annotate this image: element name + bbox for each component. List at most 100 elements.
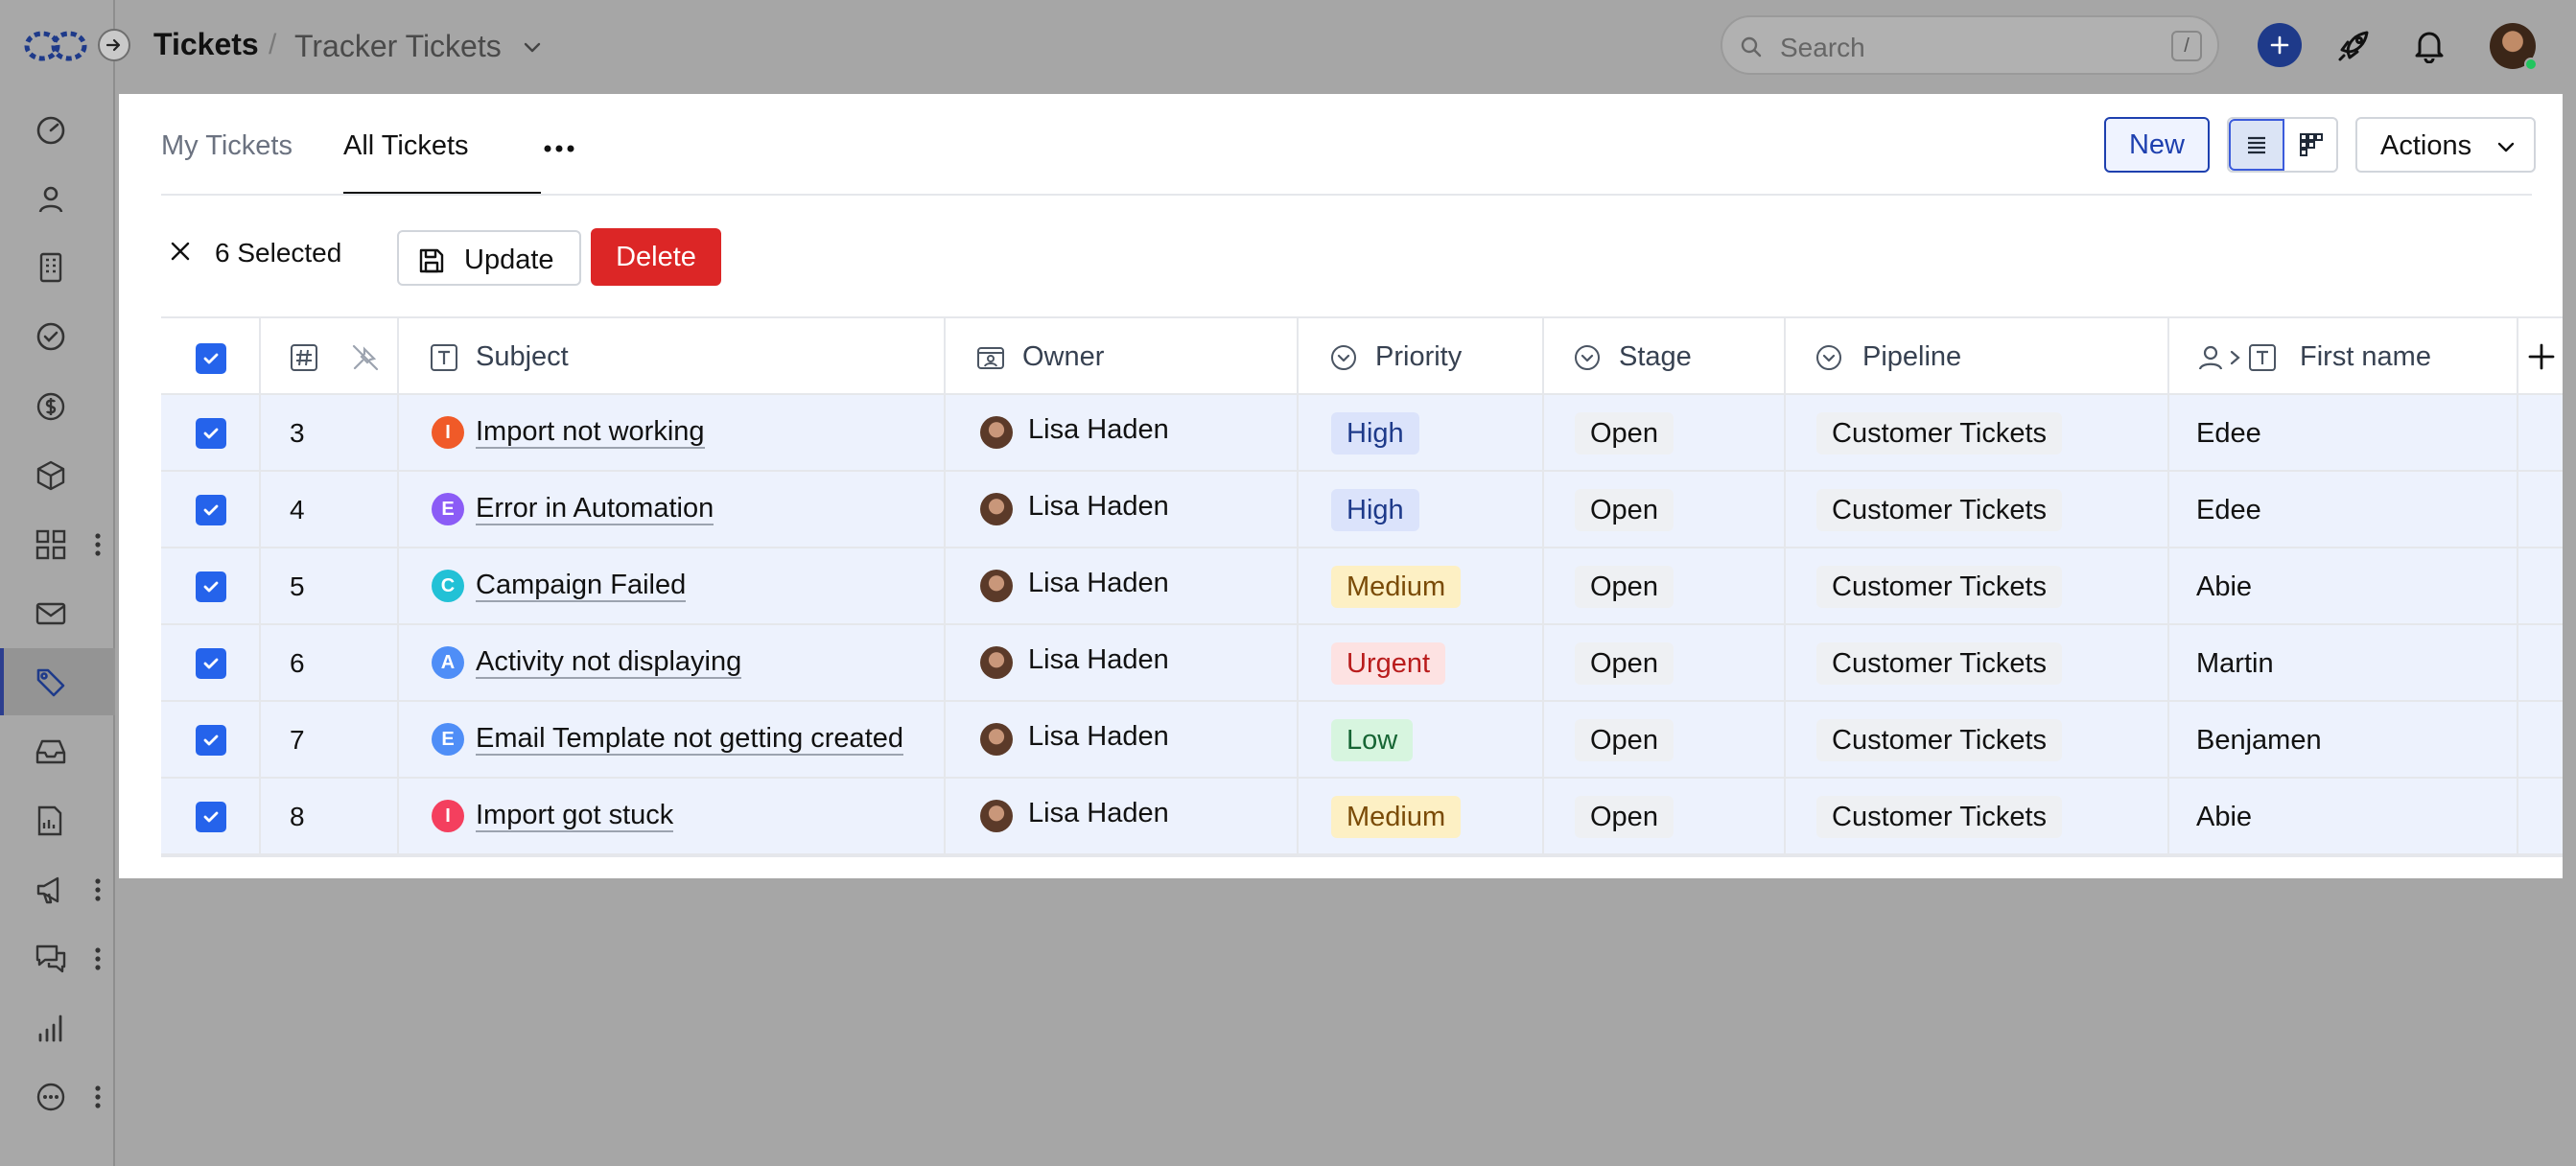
more-vertical-icon[interactable] bbox=[90, 945, 105, 972]
sidebar-item-apps[interactable] bbox=[0, 510, 115, 577]
row-checkbox[interactable] bbox=[196, 495, 226, 525]
owner-avatar bbox=[980, 570, 1013, 602]
ticket-subject-link[interactable]: Email Template not getting created bbox=[476, 723, 904, 756]
more-vertical-icon[interactable] bbox=[90, 1084, 105, 1110]
priority-cell[interactable]: Medium bbox=[1299, 779, 1544, 853]
table-row[interactable]: 3 I Import not working Lisa Haden High Open Cu… bbox=[161, 395, 2563, 472]
sidebar-item-analytics[interactable] bbox=[0, 993, 115, 1061]
pipeline-cell[interactable]: Customer Tickets bbox=[1786, 395, 2169, 470]
pipeline-cell[interactable]: Customer Tickets bbox=[1786, 625, 2169, 700]
actions-dropdown[interactable]: Actions bbox=[2355, 117, 2536, 173]
column-header-first-name[interactable]: First name bbox=[2169, 318, 2518, 393]
pipeline-cell[interactable]: Customer Tickets bbox=[1786, 702, 2169, 777]
sidebar-item-tickets[interactable] bbox=[0, 648, 115, 715]
sidebar-item-companies[interactable] bbox=[0, 233, 115, 300]
rocket-icon[interactable] bbox=[2334, 27, 2373, 65]
ticket-subject-link[interactable]: Campaign Failed bbox=[476, 570, 687, 602]
column-header-stage[interactable]: Stage bbox=[1544, 318, 1786, 393]
user-field-icon bbox=[977, 347, 1004, 369]
breadcrumb-root[interactable]: Tickets bbox=[153, 27, 259, 62]
sidebar-item-products[interactable] bbox=[0, 441, 115, 508]
more-vertical-icon[interactable] bbox=[90, 876, 105, 903]
priority-cell[interactable]: High bbox=[1299, 472, 1544, 547]
column-header-owner[interactable]: Owner bbox=[946, 318, 1299, 393]
table-row[interactable]: 4 E Error in Automation Lisa Haden High Open C… bbox=[161, 472, 2563, 548]
stage-cell[interactable]: Open bbox=[1544, 472, 1786, 547]
priority-cell[interactable]: Medium bbox=[1299, 548, 1544, 623]
add-column-plus-icon[interactable] bbox=[2526, 341, 2557, 372]
subject-cell: E Error in Automation bbox=[399, 472, 946, 547]
row-checkbox[interactable] bbox=[196, 418, 226, 449]
sidebar-item-chat[interactable] bbox=[0, 924, 115, 991]
quick-add-button[interactable] bbox=[2258, 23, 2302, 67]
chevron-down-icon[interactable] bbox=[522, 36, 543, 58]
first-name: Martin bbox=[2196, 648, 2274, 679]
sidebar-item-mail[interactable] bbox=[0, 579, 115, 646]
more-vertical-icon[interactable] bbox=[90, 531, 105, 558]
tab-all-tickets[interactable]: All Tickets bbox=[343, 130, 469, 162]
products-icon bbox=[36, 460, 65, 491]
row-checkbox[interactable] bbox=[196, 725, 226, 756]
ticket-subject-link[interactable]: Import got stuck bbox=[476, 800, 674, 832]
sidebar-item-contacts[interactable] bbox=[0, 165, 115, 232]
kanban-view-button[interactable] bbox=[2284, 119, 2338, 171]
stage-cell[interactable]: Open bbox=[1544, 625, 1786, 700]
breadcrumb-current-view[interactable]: Tracker Tickets bbox=[294, 29, 502, 64]
table-row[interactable]: 6 A Activity not displaying Lisa Haden Urgen… bbox=[161, 625, 2563, 702]
stage-cell[interactable]: Open bbox=[1544, 779, 1786, 853]
unpin-icon[interactable] bbox=[351, 343, 380, 372]
app-logo-icon[interactable] bbox=[23, 27, 88, 65]
update-button[interactable]: Update bbox=[397, 230, 581, 286]
row-checkbox[interactable] bbox=[196, 802, 226, 832]
row-checkbox[interactable] bbox=[196, 648, 226, 679]
sidebar-item-reports[interactable] bbox=[0, 786, 115, 853]
bell-icon[interactable] bbox=[2411, 27, 2447, 63]
user-avatar[interactable] bbox=[2490, 23, 2538, 71]
column-header-pipeline[interactable]: Pipeline bbox=[1786, 318, 2169, 393]
delete-button[interactable]: Delete bbox=[591, 228, 721, 286]
ticket-subject-link[interactable]: Import not working bbox=[476, 416, 705, 449]
column-header-subject[interactable]: Subject bbox=[399, 318, 946, 393]
table-row[interactable]: 5 C Campaign Failed Lisa Haden Medium Open Cus… bbox=[161, 548, 2563, 625]
stage-cell[interactable]: Open bbox=[1544, 702, 1786, 777]
ticket-id: 5 bbox=[290, 571, 305, 601]
sidebar-item-deals[interactable] bbox=[0, 372, 115, 439]
row-checkbox[interactable] bbox=[196, 571, 226, 602]
pipeline-cell[interactable]: Customer Tickets bbox=[1786, 472, 2169, 547]
ticket-subject-link[interactable]: Activity not displaying bbox=[476, 646, 742, 679]
sidebar-item-more[interactable] bbox=[0, 1062, 115, 1130]
priority-cell[interactable]: High bbox=[1299, 395, 1544, 470]
priority-cell[interactable]: Low bbox=[1299, 702, 1544, 777]
more-horizontal-icon[interactable] bbox=[543, 144, 575, 153]
selected-count: 6 Selected bbox=[215, 238, 342, 268]
new-button[interactable]: New bbox=[2104, 117, 2210, 173]
collapse-sidebar-button[interactable] bbox=[98, 29, 130, 61]
check-icon bbox=[203, 735, 219, 746]
priority-cell[interactable]: Urgent bbox=[1299, 625, 1544, 700]
stage-cell[interactable]: Open bbox=[1544, 395, 1786, 470]
ticket-id: 3 bbox=[290, 418, 305, 448]
clear-selection-close-icon[interactable] bbox=[169, 240, 192, 263]
list-view-button[interactable] bbox=[2229, 119, 2284, 171]
sidebar-item-campaigns[interactable] bbox=[0, 855, 115, 922]
column-header-id[interactable] bbox=[261, 318, 399, 393]
stage-cell[interactable]: Open bbox=[1544, 548, 1786, 623]
sidebar-item-dashboard[interactable] bbox=[0, 96, 115, 163]
first-name: Edee bbox=[2196, 495, 2261, 525]
owner-cell: Lisa Haden bbox=[946, 548, 1299, 623]
table-row[interactable]: 7 E Email Template not getting created Lisa… bbox=[161, 702, 2563, 779]
ticket-subject-link[interactable]: Error in Automation bbox=[476, 493, 714, 525]
pipeline-cell[interactable]: Customer Tickets bbox=[1786, 548, 2169, 623]
select-all-checkbox[interactable] bbox=[196, 343, 226, 374]
pipeline-cell[interactable]: Customer Tickets bbox=[1786, 779, 2169, 853]
row-select-cell bbox=[161, 625, 261, 700]
sidebar-item-inbox[interactable] bbox=[0, 717, 115, 784]
ticket-id: 4 bbox=[290, 495, 305, 525]
sidebar-item-tasks[interactable] bbox=[0, 302, 115, 369]
tab-my-tickets[interactable]: My Tickets bbox=[161, 130, 293, 162]
search-input[interactable]: Search / bbox=[1721, 15, 2219, 75]
column-header-priority[interactable]: Priority bbox=[1299, 318, 1544, 393]
chevron-right-icon bbox=[2230, 350, 2240, 365]
column-label-owner: Owner bbox=[1022, 341, 1105, 372]
table-row[interactable]: 8 I Import got stuck Lisa Haden Medium Open Cu… bbox=[161, 779, 2563, 855]
